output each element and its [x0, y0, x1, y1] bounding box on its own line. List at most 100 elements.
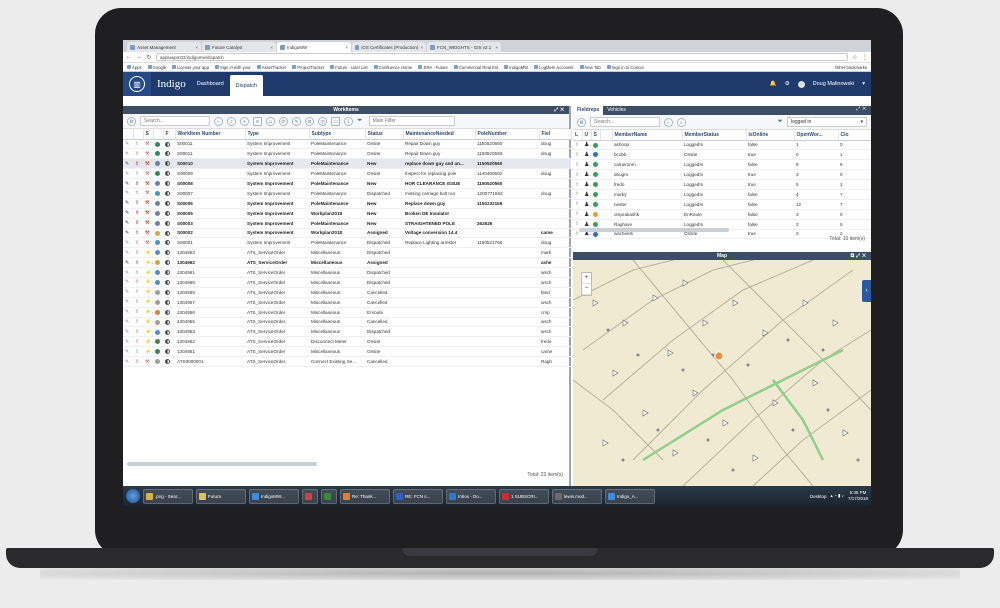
assign-icon[interactable]: ⟳ [279, 116, 288, 126]
table-row[interactable]: ✎ ⇧ ⚒ S00006 System Improvement PoleMaintenan… [123, 198, 571, 209]
table-row[interactable]: ⇧ ♟ marky LoggedIn false 4 7 [573, 189, 871, 200]
tab-fieldreps[interactable]: Fieldreps [573, 106, 604, 115]
pencil-icon[interactable]: ✎ [125, 220, 129, 226]
pencil-icon[interactable]: ✎ [125, 289, 129, 295]
taskbar-item[interactable]: lewis.mod... [552, 488, 602, 504]
pencil-icon[interactable]: ✎ [125, 270, 129, 276]
forward-icon[interactable]: → [136, 54, 142, 60]
table-row[interactable]: ✎ ⇧ ⚡ 1304952 ATS_ServiceOrder Disconnect Met… [123, 336, 571, 348]
nav-dispatch[interactable]: Dispatch [229, 75, 264, 96]
pencil-icon[interactable]: ✎ [125, 190, 129, 196]
locate-cell[interactable]: ⇧ [573, 149, 582, 161]
table-row[interactable]: ✎ ⇧ ⚡ 1304955 ATS_ServiceOrder Miscellaneous C… [123, 317, 571, 328]
table-row[interactable]: ✎ ⇧ ⚡ 1304957 ATS_ServiceOrder Miscellaneous C… [123, 297, 571, 308]
close-icon[interactable]: × [420, 45, 423, 50]
pencil-icon[interactable]: ✎ [125, 339, 129, 345]
column-header[interactable]: Subtype [309, 129, 366, 140]
tray-icons[interactable]: ▴ ◔ ▮ ♪ [831, 493, 844, 499]
table-row[interactable]: ✎ ⇧ ⚒ S00007 System Improvement PoleMaintenan… [123, 188, 571, 199]
tab-vehicles[interactable]: Vehicles [603, 106, 630, 115]
locate-cell[interactable]: ⇧ [573, 199, 582, 210]
locate-cell[interactable]: ⇧ [573, 179, 582, 190]
workitems-search-input[interactable] [140, 116, 210, 126]
bookmark-item[interactable]: Apps [127, 65, 142, 70]
taskbar-item[interactable]: Indigo_A... [605, 488, 655, 504]
close-icon[interactable]: × [495, 45, 498, 50]
panel-controls-icon[interactable]: ⧉⤢✕ [851, 252, 868, 260]
menu-icon[interactable]: ⋮ [862, 54, 868, 61]
edit-cell[interactable]: ✎ [123, 277, 133, 288]
status-filter-dropdown[interactable]: logged in ▾ [787, 117, 867, 127]
bookmark-item[interactable]: Sign in to Concur [606, 65, 644, 70]
column-header[interactable]: PoleNumber [475, 129, 540, 140]
table-row[interactable]: ✎ ⇧ ⚒ S00010 System Improvement PoleMaintenan… [123, 158, 571, 170]
start-button[interactable] [126, 489, 140, 503]
column-header[interactable] [133, 129, 144, 140]
window-icon[interactable]: ▭ [331, 116, 340, 126]
taskbar-item[interactable]: Re: Thank... [340, 488, 390, 504]
chevron-down-icon[interactable]: ▾ [862, 81, 865, 87]
edit-cell[interactable]: ✎ [123, 346, 133, 358]
edit-cell[interactable]: ✎ [123, 317, 133, 328]
search-icon[interactable]: ⌕ [677, 117, 686, 127]
table-row[interactable]: ✎ ⇧ ⚒ S00009 System Improvement PoleMaintenan… [123, 168, 571, 180]
arrow-icon[interactable]: ⇧ [575, 211, 579, 217]
edit-cell[interactable]: ✎ [123, 247, 133, 259]
arrow-icon[interactable]: ⇧ [575, 172, 579, 178]
clock[interactable]: 5:35 PM 7/17/2018 [848, 490, 868, 502]
table-row[interactable]: ⇧ ♟ dougm LoggedIn true 3 0 [573, 169, 871, 181]
browser-tab[interactable]: Asset Management × [127, 42, 201, 52]
pencil-icon[interactable]: ✎ [125, 299, 129, 305]
pencil-icon[interactable]: ✎ [125, 181, 129, 187]
arrow-icon[interactable]: ⇧ [575, 231, 579, 237]
browser-tab[interactable]: Future Catalyst × [202, 42, 276, 52]
table-row[interactable]: ⇧ ♟ bcobb Onsite true 0 1 [573, 149, 871, 161]
close-icon[interactable]: × [270, 45, 273, 50]
pencil-icon[interactable]: ✎ [125, 359, 129, 365]
table-row[interactable]: ⇧ ♟ cameronm LoggedIn false 8 6 [573, 159, 871, 171]
edit-cell[interactable]: ✎ [123, 139, 133, 150]
user-name[interactable]: Doug Malinowski [813, 81, 855, 87]
table-row[interactable]: ✎ ⇧ ⚒ S00001 System Improvement PoleMaintenan… [123, 237, 571, 249]
pencil-icon[interactable]: ✎ [125, 240, 129, 246]
column-header[interactable] [123, 129, 134, 140]
column-header[interactable]: Type [245, 129, 310, 140]
pencil-icon[interactable]: ✎ [125, 161, 129, 167]
table-row[interactable]: ✎ ⇧ ⚡ 1304951 ATS_ServiceOrder Miscellaneous O… [123, 346, 571, 358]
edit-cell[interactable]: ✎ [123, 178, 133, 189]
table-row[interactable]: ✎ ⇧ ⚡ 1304959 ATS_ServiceOrder Miscellaneous C… [123, 287, 571, 298]
browser-tab[interactable]: iOS Certificates (Production) × [352, 42, 426, 52]
other-bookmarks[interactable]: Other bookmarks [835, 65, 867, 70]
locate-cell[interactable]: ⇧ [573, 209, 582, 220]
bookmark-item[interactable]: JIRA - Future [418, 65, 448, 70]
table-row[interactable]: ✎ ⇧ ⚡ 1304960 ATS_ServiceOrder Miscellaneous D… [123, 277, 571, 288]
edit-cell[interactable]: ✎ [123, 326, 133, 338]
pencil-icon[interactable]: ✎ [125, 151, 129, 157]
table-row[interactable]: ✎ ⇧ ⚒ S00011 System Improvement PoleMaintenan… [123, 148, 571, 160]
arrow-icon[interactable]: ⇧ [575, 162, 579, 168]
locate-cell[interactable]: ⇧ [573, 140, 582, 151]
pencil-icon[interactable]: ✎ [125, 260, 129, 266]
taskbar-item[interactable]: IndigoMW... [249, 488, 299, 504]
filter-icon[interactable]: ⏷ [777, 118, 783, 126]
pencil-icon[interactable]: ✎ [125, 250, 129, 256]
settings-icon[interactable]: ⚙ [577, 117, 586, 127]
settings-icon[interactable]: ⚙ [127, 116, 136, 126]
column-header[interactable]: MemberName [612, 130, 683, 141]
taskbar-item[interactable] [302, 488, 318, 504]
pencil-icon[interactable]: ✎ [125, 349, 129, 355]
star-icon[interactable]: ☆ [852, 54, 858, 61]
pencil-icon[interactable]: ✎ [125, 141, 129, 147]
browser-tab[interactable]: FCN_WEIGHTS - GIS v2.1 × [427, 42, 501, 52]
horizontal-scrollbar[interactable] [127, 462, 317, 466]
edit-cell[interactable]: ✎ [123, 307, 133, 318]
pencil-icon[interactable]: ✎ [125, 329, 129, 335]
table-row[interactable]: ⇧ ♟ nester LoggedIn false 12 7 [573, 199, 871, 210]
edit-cell[interactable]: ✎ [123, 267, 133, 278]
zoom-in-button[interactable]: + [582, 273, 591, 284]
arrow-icon[interactable]: ⇧ [575, 152, 579, 158]
column-header[interactable]: U [582, 130, 592, 141]
column-header[interactable]: IsOnline [746, 130, 795, 141]
edit-cell[interactable]: ✎ [123, 336, 133, 348]
column-header[interactable] [153, 129, 164, 140]
